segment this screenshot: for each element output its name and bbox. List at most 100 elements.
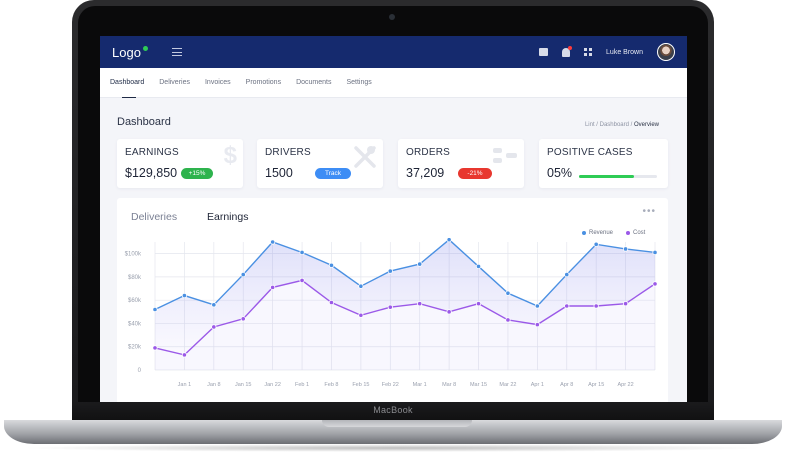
x-tick-label: Jan 8 [207, 382, 220, 388]
data-point-revenue [622, 246, 629, 252]
legend-cost: Cost [626, 230, 645, 236]
logo-dot-icon [142, 45, 148, 51]
data-point-revenue [387, 268, 393, 274]
legend-revenue: Revenue [582, 230, 613, 236]
x-tick-label: Feb 15 [352, 382, 369, 388]
data-point-cost [387, 304, 393, 310]
positive-cases-value: 05% [547, 166, 573, 180]
earnings-card[interactable]: EARNINGS $129,850 +15% $ [117, 139, 243, 188]
x-tick-label: Mar 1 [413, 382, 427, 388]
data-point-revenue [181, 292, 188, 299]
logo[interactable]: Logo [112, 45, 148, 60]
y-tick-label: $60k [128, 298, 142, 304]
drivers-title: DRIVERS [265, 147, 311, 158]
data-point-cost [299, 277, 305, 284]
laptop-shadow [20, 444, 766, 452]
data-point-revenue [534, 303, 540, 309]
page-title: Dashboard [117, 116, 171, 128]
y-tick-label: $80k [128, 275, 142, 281]
data-point-cost [417, 301, 423, 307]
track-badge[interactable]: Track [315, 168, 351, 179]
x-tick-label: Jan 15 [235, 382, 252, 388]
dollar-icon: $ [223, 142, 237, 169]
data-point-cost [240, 316, 246, 322]
orders-card[interactable]: ORDERS 37,209 -21% [398, 139, 524, 188]
tools-icon [354, 146, 376, 168]
data-point-revenue [328, 262, 335, 268]
user-name[interactable]: Luke Brown [606, 49, 643, 56]
positive-cases-card[interactable]: POSITIVE CASES 05% [539, 139, 668, 188]
tab-invoices[interactable]: Invoices [205, 68, 231, 98]
earnings-badge: +15% [181, 168, 213, 179]
data-point-cost [475, 301, 482, 307]
data-point-revenue [270, 239, 276, 245]
data-point-revenue [240, 271, 246, 278]
x-tick-label: Jan 22 [264, 382, 281, 388]
x-tick-label: Apr 15 [588, 382, 604, 388]
apps-grid-icon[interactable] [584, 48, 593, 56]
drivers-card[interactable]: DRIVERS 1500 Track [257, 139, 383, 188]
data-point-cost [593, 303, 599, 309]
data-point-cost [181, 352, 188, 358]
data-point-revenue [475, 263, 482, 270]
data-point-revenue [417, 261, 423, 267]
notification-dot [568, 45, 573, 50]
chart-tab-earnings[interactable]: Earnings [207, 211, 248, 223]
laptop-base [4, 420, 782, 444]
earnings-value: $129,850 [125, 166, 178, 180]
breadcrumb: Lint / Dashboard / Overview [585, 122, 659, 128]
chart-tab-deliveries[interactable]: Deliveries [131, 211, 177, 223]
orders-value: 37,209 [406, 166, 445, 180]
data-point-revenue [564, 271, 570, 278]
x-tick-label: Mar 15 [470, 382, 487, 388]
mail-icon[interactable] [539, 48, 549, 56]
y-tick-label: $20k [128, 345, 142, 351]
data-point-cost [328, 299, 335, 306]
brand-label: MacBook [373, 405, 413, 415]
x-tick-label: Mar 22 [499, 382, 516, 388]
x-tick-label: Feb 1 [295, 382, 309, 388]
data-point-cost [152, 345, 158, 351]
positive-cases-title: POSITIVE CASES [547, 147, 633, 158]
data-point-revenue [593, 241, 599, 247]
x-tick-label: Apr 1 [531, 382, 544, 388]
data-point-cost [358, 312, 364, 318]
y-tick-label: $40k [128, 321, 142, 327]
data-point-revenue [358, 283, 364, 289]
data-point-cost [534, 322, 540, 328]
app-header: Logo Luke Brown [100, 36, 687, 68]
y-tick-label: 0 [138, 368, 142, 374]
data-point-revenue [211, 302, 217, 308]
y-tick-label: $100k [125, 252, 142, 258]
legend-revenue-label: Revenue [589, 230, 614, 236]
x-tick-label: Feb 22 [382, 382, 399, 388]
breadcrumb-current: Overview [633, 122, 659, 128]
orders-title: ORDERS [406, 147, 450, 158]
more-options-icon[interactable]: ••• [642, 206, 656, 217]
data-point-cost [622, 301, 629, 307]
menu-icon[interactable] [171, 48, 182, 56]
flow-icon [493, 148, 517, 163]
nav-tabs: Dashboard Deliveries Invoices Promotions… [100, 68, 687, 98]
tab-dashboard[interactable]: Dashboard [110, 68, 144, 98]
logo-text: Logo [112, 44, 141, 60]
x-tick-label: Apr 8 [560, 382, 573, 388]
webcam [389, 14, 395, 20]
legend-cost-label: Cost [633, 230, 646, 236]
x-tick-label: Jan 1 [178, 382, 191, 388]
tab-promotions[interactable]: Promotions [246, 68, 281, 98]
avatar[interactable] [657, 43, 675, 61]
chart-card: Deliveries Earnings ••• Revenue Cost 0 $2… [117, 198, 668, 402]
tab-deliveries[interactable]: Deliveries [159, 68, 190, 98]
tab-settings[interactable]: Settings [346, 68, 371, 98]
x-tick-label: Feb 8 [324, 382, 338, 388]
data-point-cost [270, 284, 276, 290]
bell-icon[interactable] [562, 45, 573, 57]
x-tick-label: Apr 22 [617, 382, 633, 388]
earnings-title: EARNINGS [125, 147, 179, 158]
orders-badge: -21% [458, 168, 492, 179]
screen: Logo Luke Brown Dashboard Deliveries Inv… [100, 36, 687, 402]
breadcrumb-path[interactable]: Lint / Dashboard / [585, 122, 634, 128]
data-point-revenue [446, 238, 452, 243]
tab-documents[interactable]: Documents [296, 68, 331, 98]
